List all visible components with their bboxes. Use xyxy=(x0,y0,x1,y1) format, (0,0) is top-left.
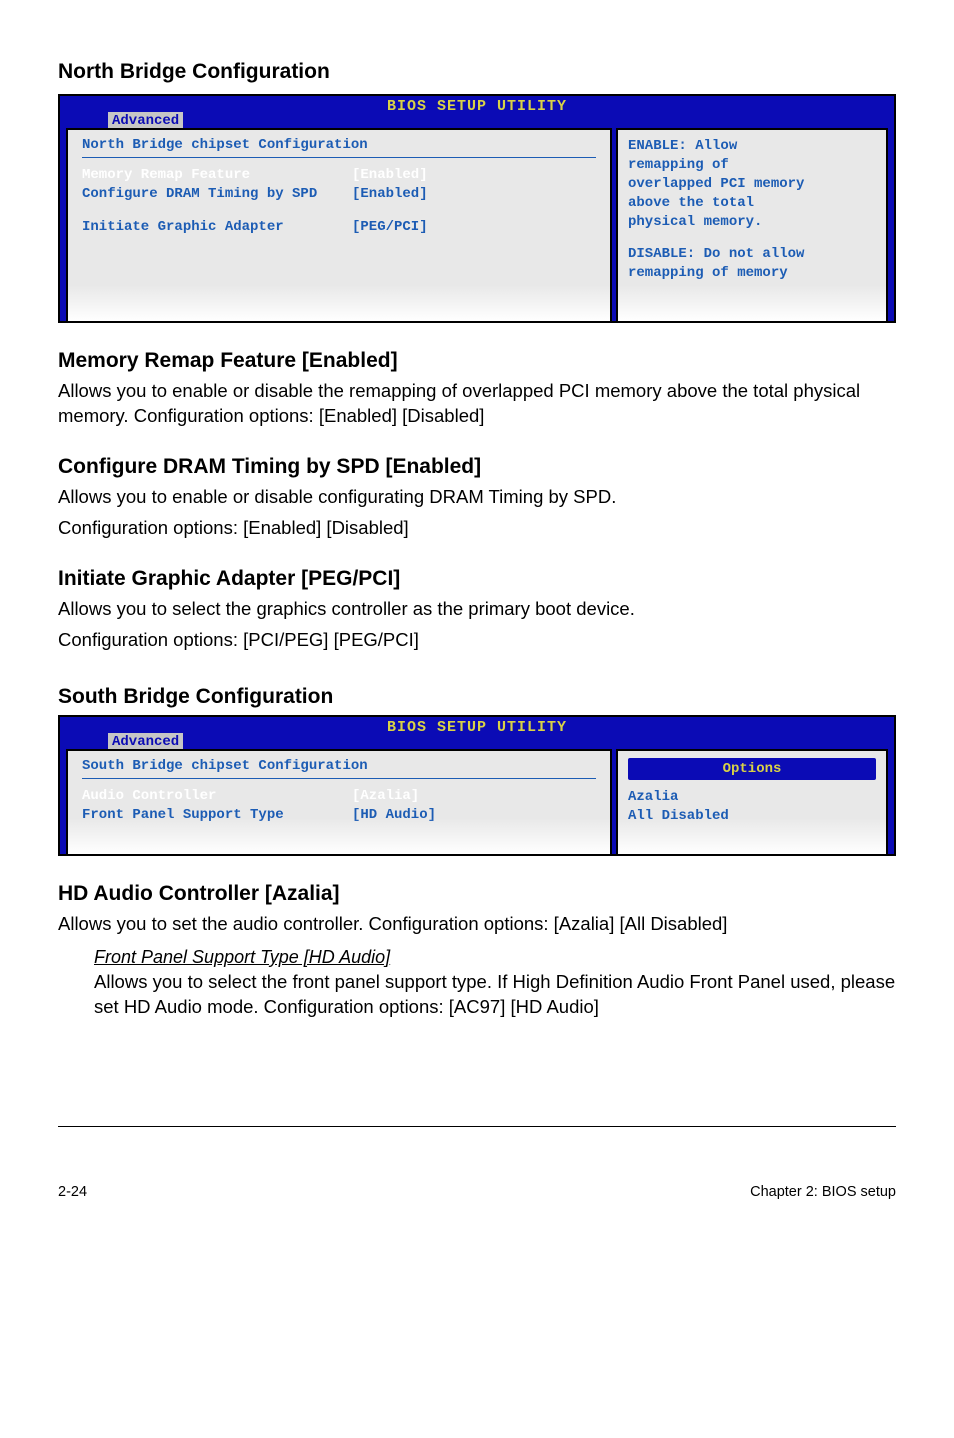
page-footer: 2-24 Chapter 2: BIOS setup xyxy=(0,1133,954,1230)
bios-panel-heading: South Bridge chipset Configuration xyxy=(82,758,596,779)
bios-help-line: remapping of memory xyxy=(628,264,876,283)
bios-panel-north-bridge: BIOS SETUP UTILITY Advanced North Bridge… xyxy=(58,94,896,323)
bios-row-initiate-graphic[interactable]: Initiate Graphic Adapter [PEG/PCI] xyxy=(82,218,596,237)
paragraph-configure-dram-options: Configuration options: [Enabled] [Disabl… xyxy=(58,516,896,541)
bios-help-panel: ENABLE: Allow remapping of overlapped PC… xyxy=(616,128,888,321)
footer-chapter: Chapter 2: BIOS setup xyxy=(750,1184,896,1200)
bios-title: BIOS SETUP UTILITY xyxy=(60,96,894,114)
bios-row-front-panel[interactable]: Front Panel Support Type [HD Audio] xyxy=(82,806,596,825)
subheading-front-panel: Front Panel Support Type [HD Audio] xyxy=(94,947,896,968)
bios-help-line: DISABLE: Do not allow xyxy=(628,245,876,264)
bios-row-label: Audio Controller xyxy=(82,787,352,806)
bios-option: Azalia xyxy=(628,788,876,807)
bios-row-label: Front Panel Support Type xyxy=(82,806,352,825)
bios-help-line: remapping of xyxy=(628,156,876,175)
bios-title: BIOS SETUP UTILITY xyxy=(60,717,894,735)
heading-configure-dram: Configure DRAM Timing by SPD [Enabled] xyxy=(58,455,896,479)
bios-row-label: Configure DRAM Timing by SPD xyxy=(82,185,352,204)
heading-north-bridge-config: North Bridge Configuration xyxy=(58,60,896,84)
bios-panel-south-bridge: BIOS SETUP UTILITY Advanced South Bridge… xyxy=(58,715,896,856)
bios-row-value: [Azalia] xyxy=(352,787,419,806)
bios-options-header: Options xyxy=(628,758,876,780)
heading-south-bridge-config: South Bridge Configuration xyxy=(58,685,896,709)
bios-row-memory-remap[interactable]: Memory Remap Feature [Enabled] xyxy=(82,166,596,185)
bios-row-audio-controller[interactable]: Audio Controller [Azalia] xyxy=(82,787,596,806)
paragraph-hd-audio: Allows you to set the audio controller. … xyxy=(58,912,896,937)
paragraph-configure-dram: Allows you to enable or disable configur… xyxy=(58,485,896,510)
bios-row-value: [Enabled] xyxy=(352,185,428,204)
bios-help-panel: Options Azalia All Disabled xyxy=(616,749,888,854)
footer-divider xyxy=(58,1126,896,1127)
bios-help-line: overlapped PCI memory xyxy=(628,175,876,194)
bios-row-configure-dram[interactable]: Configure DRAM Timing by SPD [Enabled] xyxy=(82,185,596,204)
bios-row-label: Initiate Graphic Adapter xyxy=(82,218,352,237)
bios-help-line: above the total xyxy=(628,194,876,213)
footer-page-number: 2-24 xyxy=(58,1184,87,1200)
heading-hd-audio: HD Audio Controller [Azalia] xyxy=(58,882,896,906)
paragraph-memory-remap: Allows you to enable or disable the rema… xyxy=(58,379,896,429)
bios-help-line: ENABLE: Allow xyxy=(628,137,876,156)
bios-left-panel: North Bridge chipset Configuration Memor… xyxy=(66,128,612,321)
paragraph-initiate-graphic-options: Configuration options: [PCI/PEG] [PEG/PC… xyxy=(58,628,896,653)
bios-row-value: [HD Audio] xyxy=(352,806,436,825)
bios-help-line: physical memory. xyxy=(628,213,876,232)
bios-panel-heading: North Bridge chipset Configuration xyxy=(82,137,596,158)
bios-row-label: Memory Remap Feature xyxy=(82,166,352,185)
heading-initiate-graphic: Initiate Graphic Adapter [PEG/PCI] xyxy=(58,567,896,591)
bios-option: All Disabled xyxy=(628,807,876,826)
paragraph-front-panel: Allows you to select the front panel sup… xyxy=(94,970,896,1020)
heading-memory-remap: Memory Remap Feature [Enabled] xyxy=(58,349,896,373)
bios-left-panel: South Bridge chipset Configuration Audio… xyxy=(66,749,612,854)
bios-row-value: [Enabled] xyxy=(352,166,428,185)
bios-row-value: [PEG/PCI] xyxy=(352,218,428,237)
paragraph-initiate-graphic: Allows you to select the graphics contro… xyxy=(58,597,896,622)
